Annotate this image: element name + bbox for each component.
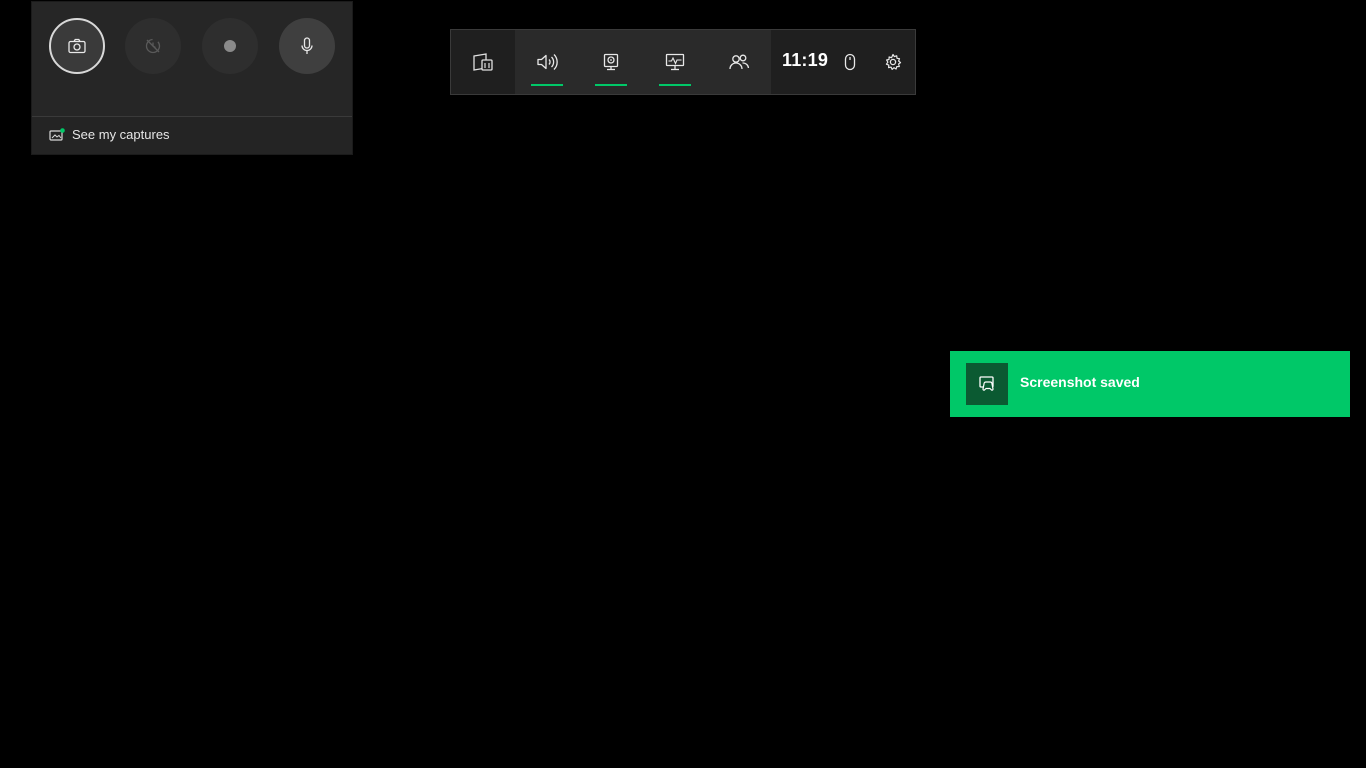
toast-message: Screenshot saved: [1020, 374, 1140, 390]
screenshot-saved-toast[interactable]: Screenshot saved: [950, 351, 1350, 417]
audio-active-indicator: [531, 84, 563, 86]
microphone-toggle-button[interactable]: [279, 18, 335, 74]
settings-icon: [884, 53, 902, 71]
camera-icon: [68, 38, 86, 54]
settings-button[interactable]: [861, 30, 925, 94]
game-bar-menu-segment: [451, 30, 515, 94]
record-dot-icon: [223, 39, 237, 53]
capture-widget: See my captures: [31, 1, 353, 155]
performance-icon: [665, 53, 685, 71]
widget-menu-icon: [472, 52, 494, 72]
record-last-30s-icon: [144, 37, 162, 55]
game-bar: 11:19: [450, 29, 916, 95]
toast-icon-box: [966, 363, 1008, 405]
game-bar-widgets-segment: [515, 30, 771, 94]
mouse-icon: [844, 53, 856, 71]
capture-widget-button[interactable]: [579, 30, 643, 94]
widget-menu-button[interactable]: [451, 30, 515, 94]
see-my-captures-link[interactable]: See my captures: [49, 127, 170, 142]
audio-icon: [536, 53, 558, 71]
take-screenshot-button[interactable]: [49, 18, 105, 74]
performance-widget-button[interactable]: [643, 30, 707, 94]
microphone-icon: [300, 37, 314, 55]
performance-active-indicator: [659, 84, 691, 86]
capture-widget-footer: See my captures: [32, 116, 352, 154]
capture-icon: [602, 53, 620, 71]
see-my-captures-label: See my captures: [72, 127, 170, 142]
capture-active-indicator: [595, 84, 627, 86]
game-bar-status-segment: 11:19: [771, 30, 915, 94]
screenshot-saved-icon: [978, 375, 996, 393]
start-recording-button[interactable]: [202, 18, 258, 74]
social-widget-button[interactable]: [707, 30, 771, 94]
audio-widget-button[interactable]: [515, 30, 579, 94]
record-last-30-seconds-button[interactable]: [125, 18, 181, 74]
gallery-icon: [49, 127, 65, 142]
social-icon: [728, 53, 750, 71]
